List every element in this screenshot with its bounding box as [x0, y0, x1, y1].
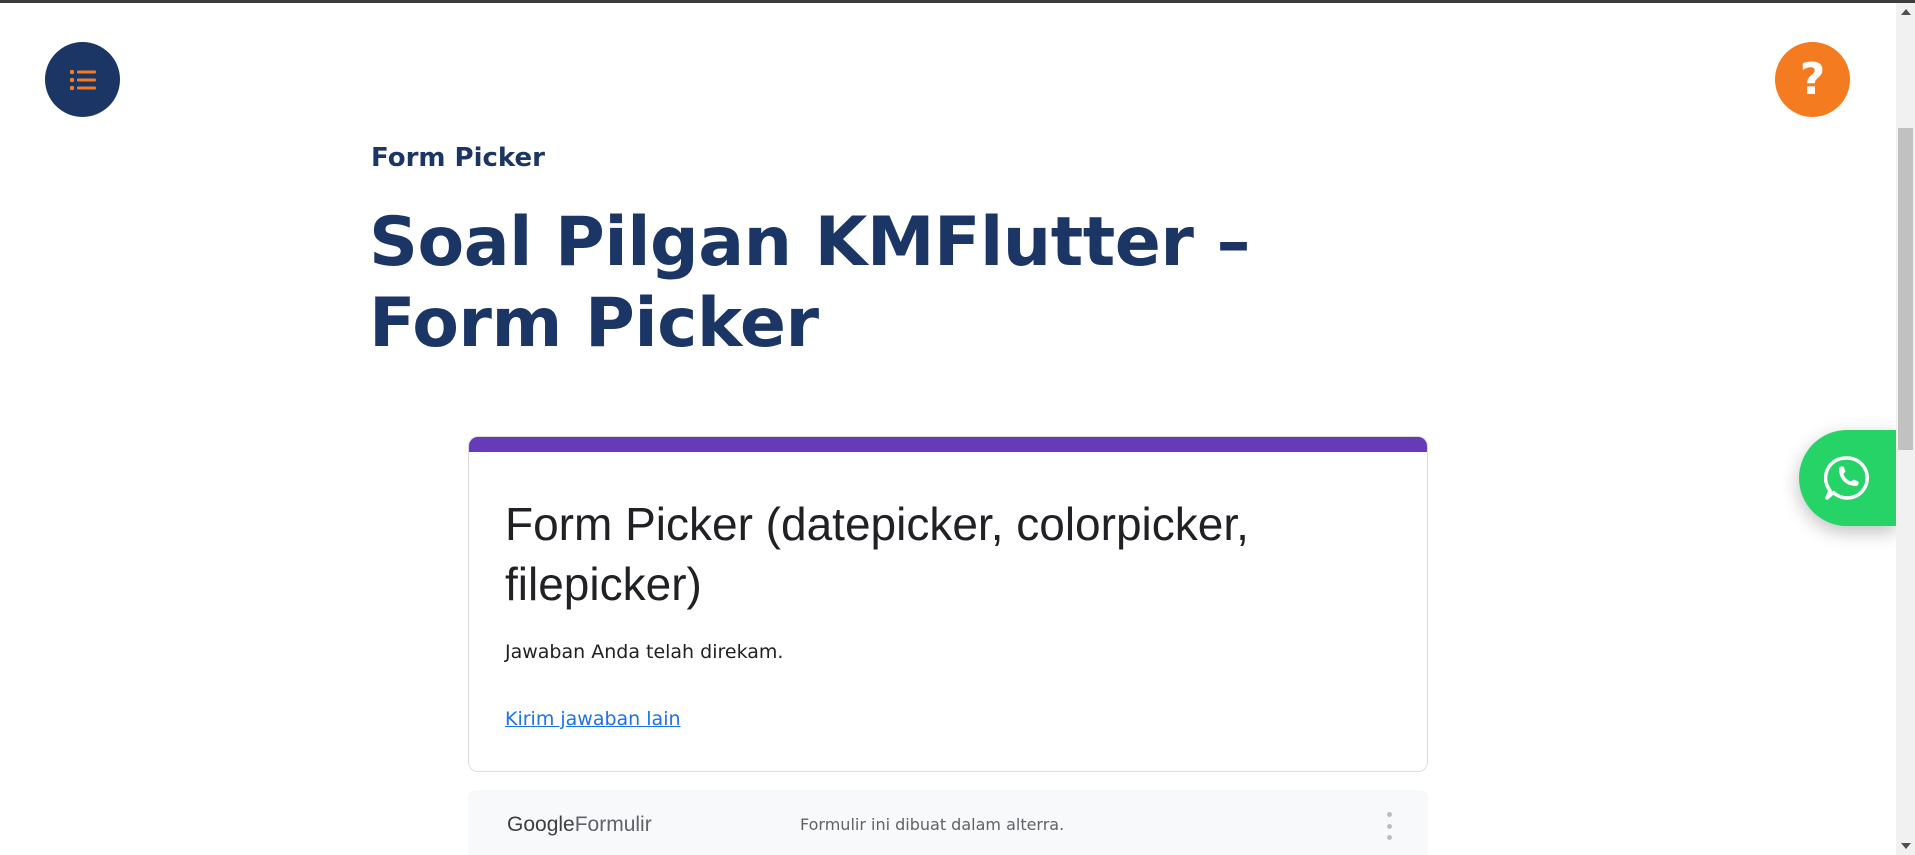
list-icon: [69, 69, 96, 90]
form-confirmation-message: Jawaban Anda telah direkam.: [505, 641, 784, 663]
form-title: Form Picker (datepicker, colorpicker, fi…: [505, 498, 1249, 610]
logo-product-text: Formulir: [574, 813, 652, 836]
logo-google-text: Google: [507, 813, 575, 836]
whatsapp-icon: [1824, 456, 1870, 500]
footer-note: Formulir ini dibuat dalam alterra.: [800, 815, 1065, 834]
scrollbar[interactable]: [1896, 3, 1915, 855]
scrollbar-thumb[interactable]: [1898, 128, 1913, 450]
question-icon: ?: [1799, 53, 1826, 105]
form-footer: GoogleFormulir Formulir ini dibuat dalam…: [468, 790, 1428, 855]
submit-another-response-link[interactable]: Kirim jawaban lain: [505, 708, 681, 730]
form-card: Form Picker (datepicker, colorpicker, fi…: [468, 436, 1428, 772]
page-title: Soal Pilgan KMFlutter – Form Picker: [369, 203, 1251, 363]
top-border: [0, 0, 1915, 3]
google-forms-logo[interactable]: GoogleFormulir: [507, 813, 652, 837]
page: ? Form Picker Soal Pilgan KMFlutter – Fo…: [0, 0, 1915, 855]
more-vertical-icon[interactable]: [1384, 812, 1394, 840]
help-button[interactable]: ?: [1775, 42, 1850, 117]
breadcrumb[interactable]: Form Picker: [371, 143, 545, 173]
form-card-accent: [469, 437, 1427, 452]
menu-button[interactable]: [45, 42, 120, 117]
scroll-down-arrow-icon[interactable]: [1901, 843, 1911, 849]
scroll-up-arrow-icon[interactable]: [1901, 9, 1911, 15]
whatsapp-button[interactable]: [1799, 430, 1896, 526]
